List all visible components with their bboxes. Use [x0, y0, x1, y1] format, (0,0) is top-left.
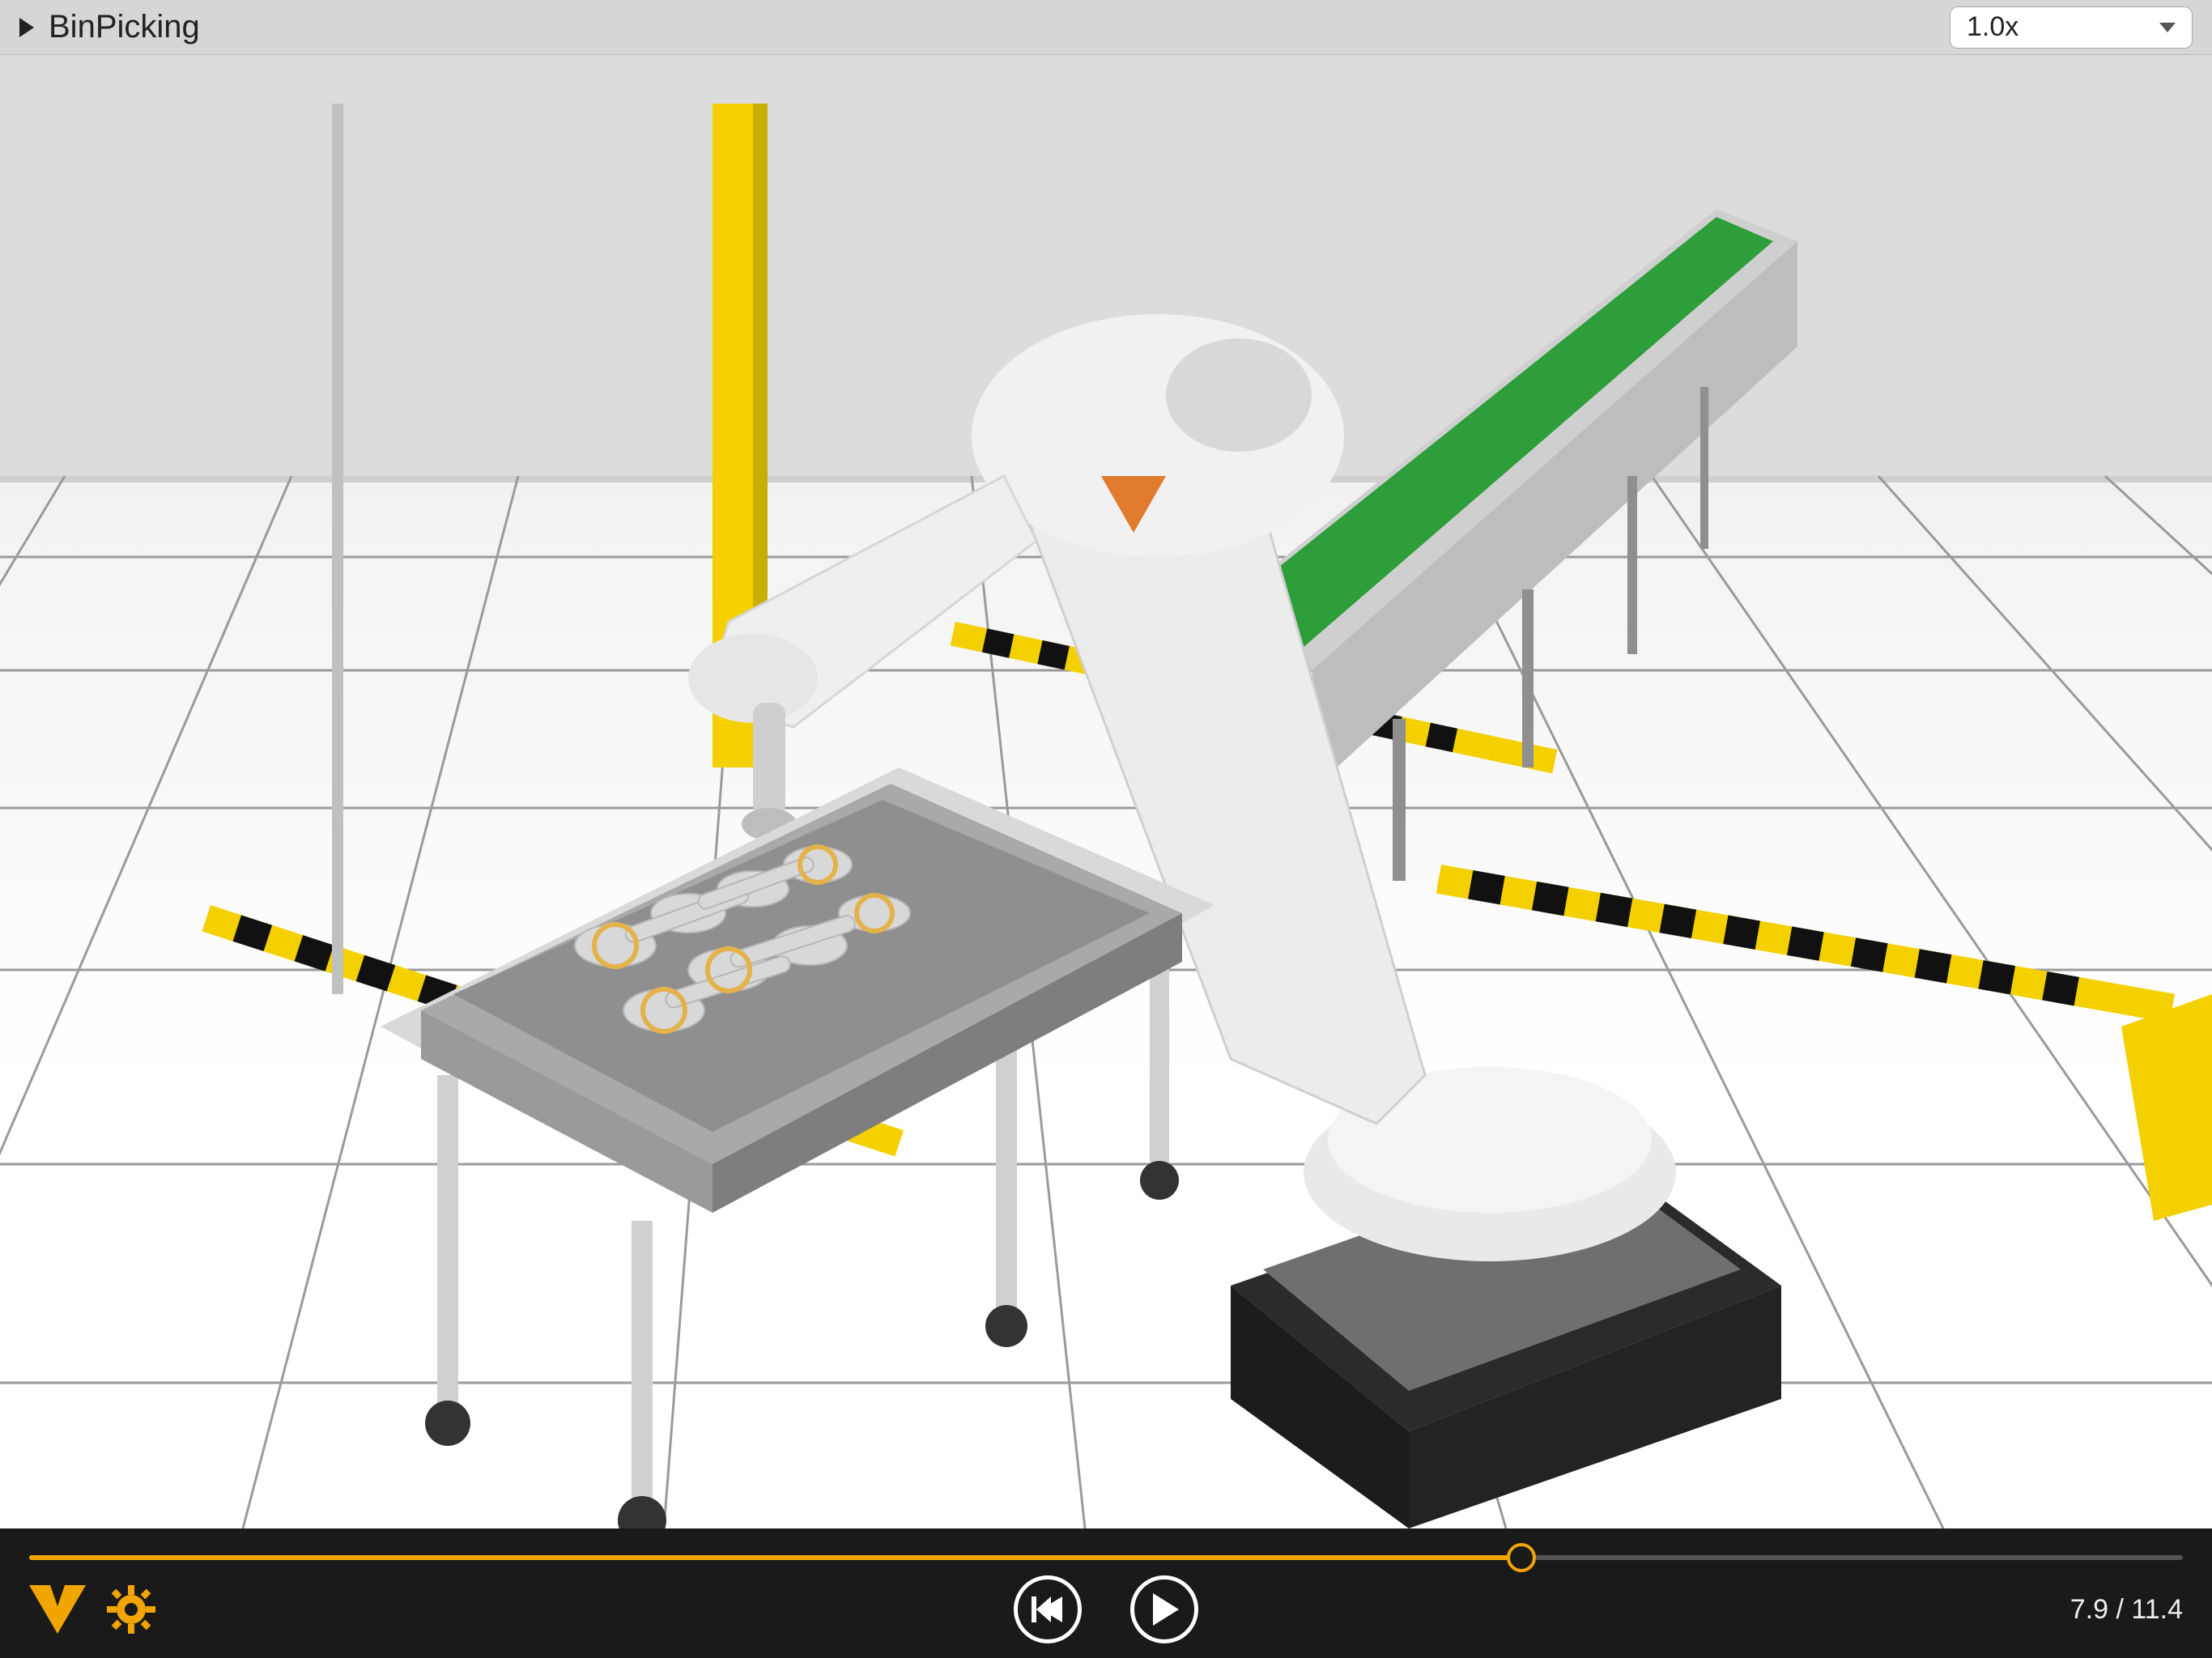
timeline-track[interactable]: [29, 1555, 2183, 1560]
vortex-logo-icon[interactable]: [29, 1585, 86, 1634]
simulation-viewport[interactable]: [0, 55, 2212, 1528]
timeline-elapsed: [29, 1555, 1521, 1560]
total-time: 11.4: [2131, 1594, 2183, 1625]
current-time: 7.9: [2070, 1594, 2108, 1625]
play-icon: [1148, 1592, 1180, 1627]
playback-speed-select[interactable]: 1.0x: [1950, 6, 2193, 49]
timeline-handle[interactable]: [1507, 1543, 1536, 1572]
scene-title: BinPicking: [49, 9, 200, 45]
scene-illustration: [0, 55, 2212, 1528]
gear-icon[interactable]: [107, 1585, 155, 1634]
safety-post: [2121, 994, 2212, 1221]
play-button[interactable]: [1130, 1575, 1198, 1643]
chevron-down-icon: [2159, 23, 2176, 32]
timeline[interactable]: [29, 1543, 2183, 1572]
playback-bar: 7.9 / 11.4: [0, 1528, 2212, 1658]
skip-back-icon: [1030, 1592, 1066, 1627]
playback-speed-value: 1.0x: [1967, 11, 2018, 43]
top-toolbar: BinPicking 1.0x: [0, 0, 2212, 55]
time-readout: 7.9 / 11.4: [2070, 1594, 2183, 1626]
skip-back-button[interactable]: [1014, 1575, 1082, 1643]
expand-triangle-icon[interactable]: [19, 18, 34, 37]
